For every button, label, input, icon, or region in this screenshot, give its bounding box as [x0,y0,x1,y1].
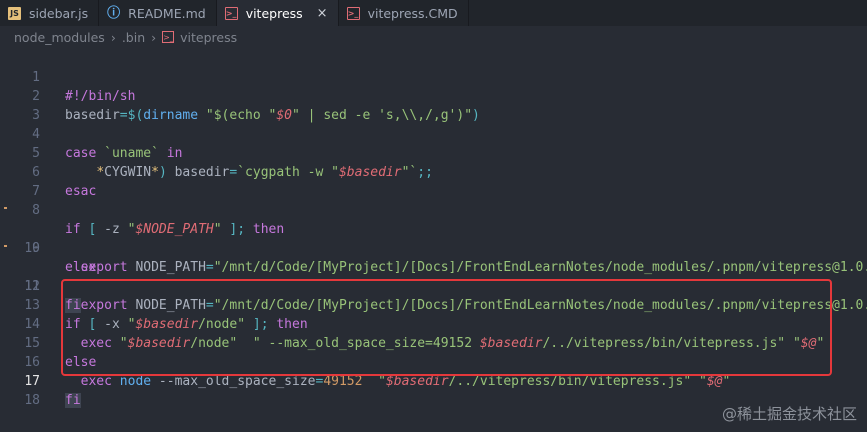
tab-label: sidebar.js [29,5,89,21]
code-line[interactable]: 3 [0,87,867,123]
tab-label: vitepress.CMD [367,5,458,21]
code-line[interactable]: 12 fi [0,258,867,313]
git-change-marker [4,207,7,209]
tab-sidebar-js[interactable]: JS sidebar.js [0,0,100,26]
code-line[interactable]: 10 else [0,220,867,275]
info-icon: ⓘ [107,5,121,21]
breadcrumb-item-bin[interactable]: .bin [122,30,145,45]
editor-tab-bar: JS sidebar.js ⓘ README.md >_ vitepress ×… [0,0,867,26]
javascript-file-icon: JS [8,6,21,20]
code-line[interactable]: 2 basedir=$(dirname "$(echo "$0" | sed -… [0,68,867,123]
terminal-file-icon: >_ [346,6,360,20]
watermark: @稀土掘金技术社区 [721,405,857,423]
tab-readme-md[interactable]: ⓘ README.md [99,0,217,26]
code-line[interactable]: 5 *CYGWIN*) basedir=`cygpath -w "$basedi… [0,125,867,180]
line-number: 18 [24,393,40,408]
breadcrumb-item-node-modules[interactable]: node_modules [14,30,105,45]
code-line[interactable]: 6 esac [0,144,867,199]
breadcrumb: node_modules › .bin › >_ vitepress [0,26,867,48]
line-code: fi [65,391,81,410]
code-line[interactable]: 8 if [ -z "$NODE_PATH" ]; then [0,182,867,237]
code-line[interactable]: 1 #!/bin/sh [0,49,867,104]
code-line[interactable]: 4 case `uname` in [0,106,867,161]
tab-vitepress-cmd[interactable]: >_ vitepress.CMD [338,0,469,26]
tab-vitepress[interactable]: >_ vitepress × [216,0,339,26]
code-line[interactable]: 11 export NODE_PATH="/mnt/d/Code/[MyProj… [0,239,867,313]
code-line[interactable]: 7 [0,163,867,199]
chevron-right-icon: › [151,29,157,45]
terminal-file-icon: >_ [224,6,238,20]
terminal-file-icon: >_ [162,31,175,43]
close-icon[interactable]: × [317,6,328,21]
chevron-right-icon: › [110,29,116,45]
tab-label: vitepress [245,5,303,21]
code-line[interactable]: 9 export NODE_PATH="/mnt/d/Code/[MyProje… [0,201,867,275]
code-text: fi [65,393,81,408]
highlight-box [61,279,832,376]
git-change-marker [4,245,7,247]
tab-label: README.md [128,5,206,21]
breadcrumb-item-vitepress[interactable]: vitepress [180,30,237,45]
code-editor[interactable]: 1 #!/bin/sh 2 basedir=$(dirname "$(echo … [0,49,867,432]
